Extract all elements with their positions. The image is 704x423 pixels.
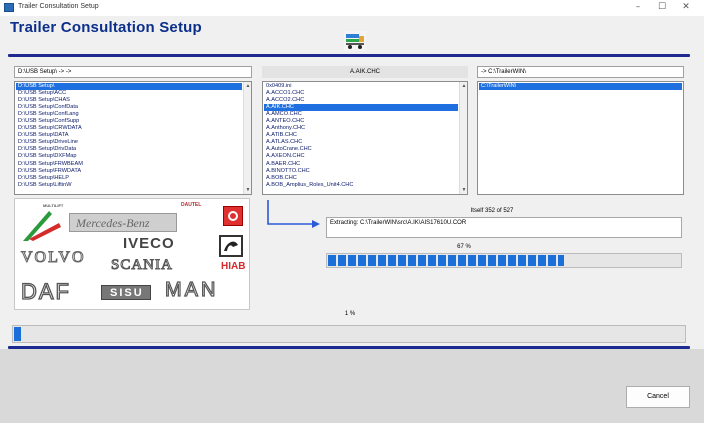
file-count-label: Itself 352 of 527 [470, 208, 514, 214]
extracting-status: Extracting: C:\TrailerWIN\src\A.IK\AIS17… [326, 217, 682, 238]
close-button[interactable]: ✕ [675, 0, 697, 16]
hiab-logo: HIAB [221, 261, 246, 272]
source-folder-item[interactable]: D:\USB Setup\ConfData [16, 104, 242, 111]
file-progress-bar [326, 253, 682, 268]
source-folder-item[interactable]: D:\USB Setup\ConfSupp [16, 118, 242, 125]
file-list-item[interactable]: A.AutoCrane.CHC [264, 146, 458, 153]
truck-icon [344, 31, 366, 51]
file-list-item[interactable]: A.AIK.CHC [264, 104, 458, 112]
source-folder-item[interactable]: D:\USB Setup\DATA [16, 132, 242, 139]
file-list-item[interactable]: A.BOB.CHC [264, 175, 458, 182]
multilift-logo [23, 211, 61, 241]
source-folder-item[interactable]: D:\USB Setup\ConfLang [16, 111, 242, 118]
file-scrollbar[interactable]: ▲ ▼ [459, 82, 467, 194]
scroll-down-icon[interactable]: ▼ [244, 186, 251, 194]
destination-rows: C:\TrailerWIN\ [479, 83, 682, 91]
mercedes-logo: Mercedes-Benz [69, 213, 177, 232]
total-progress-bar [12, 325, 686, 343]
file-list-item[interactable]: A.AMCO.CHC [264, 111, 458, 118]
source-folder-list[interactable]: D:\USB Setup\ D:\USB Setup\ACC D:\USB Setu… [14, 81, 252, 195]
file-list-item[interactable]: A.ACCO1.CHC [264, 90, 458, 97]
destination-item[interactable]: C:\TrailerWIN\ [479, 83, 682, 91]
daf-logo: DAF [20, 278, 71, 304]
iveco-logo: IVECO [123, 235, 175, 252]
file-list-item[interactable]: A.BAER.CHC [264, 161, 458, 168]
source-folder-item[interactable]: D:\USB Setup\LiftinW [16, 182, 242, 189]
title-bar: Trailer Consultation Setup – ☐ ✕ [0, 0, 704, 16]
dautel-logo [223, 206, 243, 226]
source-folder-item[interactable]: D:\USB Setup\DrivData [16, 146, 242, 153]
sisu-logo: SISU [101, 285, 151, 300]
file-list-item[interactable]: A.BOB_Amplius_Roles_Unit4.CHC [264, 182, 458, 189]
setup-window: Trailer Consultation Setup – ☐ ✕ Trailer… [0, 0, 704, 423]
source-folder-item[interactable]: D:\USB Setup\FRWBEAM [16, 161, 242, 168]
file-percent-label: 67 % [457, 244, 471, 250]
source-path-field[interactable]: D:\USB Setup\ -> -> [14, 66, 252, 78]
header-divider [8, 54, 690, 57]
source-folder-rows: D:\USB Setup\ D:\USB Setup\ACC D:\USB Setu… [16, 83, 242, 189]
file-list-item[interactable]: 0x0409.ini [264, 83, 458, 90]
source-folder-item[interactable]: D:\USB Setup\DXFMap [16, 153, 242, 160]
total-percent-label: 1 % [344, 311, 356, 317]
destination-path-field[interactable]: -> C:\TrailerWIN\ [477, 66, 684, 78]
hiab-emblem [219, 235, 243, 257]
file-list-rows: 0x0409.ini A.ACCO1.CHC A.ACCO2.CHC A.AIK.CH… [264, 83, 458, 189]
source-folder-item[interactable]: D:\USB Setup\ACC [16, 90, 242, 97]
footer-band [0, 349, 704, 423]
source-folder-item[interactable]: D:\USB Setup\FRWDATA [16, 168, 242, 175]
maximize-button[interactable]: ☐ [651, 0, 673, 16]
file-list-item[interactable]: A.BINOTTO.CHC [264, 168, 458, 175]
file-list-item[interactable]: A.ACCO2.CHC [264, 97, 458, 104]
window-title: Trailer Consultation Setup [18, 3, 99, 10]
file-list-item[interactable]: A.ATLAS.CHC [264, 139, 458, 146]
file-progress-fill [328, 255, 564, 266]
total-progress-fill [14, 327, 21, 341]
minimize-button[interactable]: – [627, 0, 649, 16]
source-folder-item[interactable]: D:\USB Setup\CRWDATA [16, 125, 242, 132]
file-list-item[interactable]: A.ANTEO.CHC [264, 118, 458, 125]
scroll-down-icon[interactable]: ▼ [460, 186, 467, 194]
destination-list[interactable]: C:\TrailerWIN\ [477, 81, 684, 195]
source-scrollbar[interactable]: ▲ ▼ [243, 82, 251, 194]
scania-logo: SCANIA [111, 257, 173, 274]
app-icon [4, 3, 14, 12]
file-list[interactable]: 0x0409.ini A.ACCO1.CHC A.ACCO2.CHC A.AIK.CH… [262, 81, 468, 195]
source-folder-item[interactable]: D:\USB Setup\HELP [16, 175, 242, 182]
dautel-label: DAUTEL [181, 202, 202, 208]
multilift-label: MULTILIFT [43, 203, 64, 208]
file-list-header: A.AIK.CHC [262, 66, 468, 78]
file-list-item[interactable]: A.AXEON.CHC [264, 153, 458, 160]
file-list-item[interactable]: A.Anthony.CHC [264, 125, 458, 132]
source-folder-item[interactable]: D:\USB Setup\DriveLine [16, 139, 242, 146]
file-list-item[interactable]: A.ATIB.CHC [264, 132, 458, 139]
man-logo: MAN [164, 278, 219, 301]
source-folder-item[interactable]: D:\USB Setup\CHAS [16, 97, 242, 104]
source-folder-item[interactable]: D:\USB Setup\ [16, 83, 242, 91]
volvo-logo: VOLVO [21, 249, 86, 267]
brand-logos-panel: MULTILIFT Mercedes-Benz DAUTEL IVECO VOL… [14, 198, 250, 310]
scroll-up-icon[interactable]: ▲ [244, 82, 251, 90]
page-title: Trailer Consultation Setup [10, 19, 202, 36]
copy-direction-arrow-icon [267, 200, 320, 228]
scroll-up-icon[interactable]: ▲ [460, 82, 467, 90]
cancel-button[interactable]: Cancel [626, 386, 690, 408]
